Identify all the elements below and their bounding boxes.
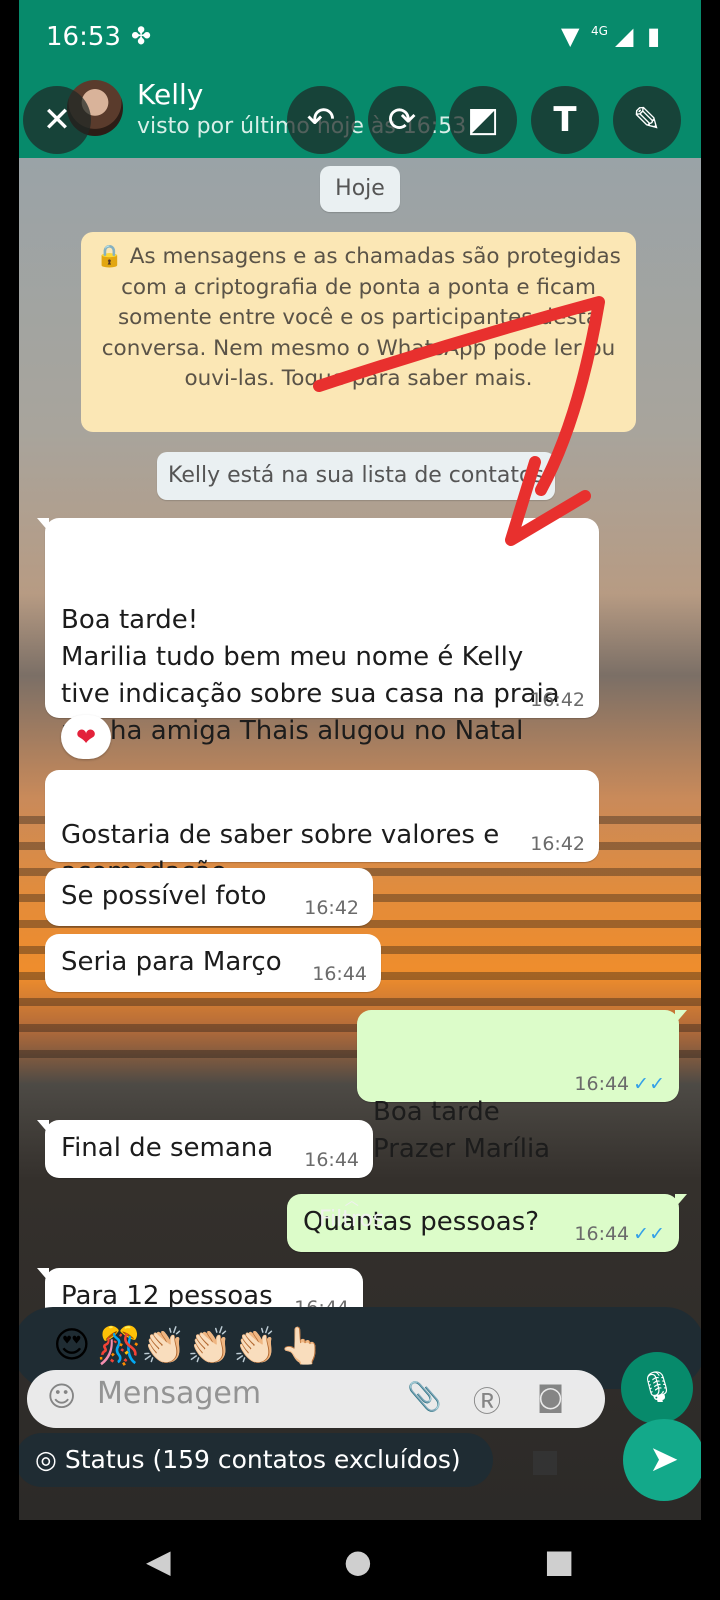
signal-icon: ◢ — [615, 22, 634, 50]
message-text: Se possível foto — [61, 881, 267, 911]
status-ring-icon: ◎ — [35, 1445, 57, 1474]
bubble-tail — [37, 518, 49, 532]
filters-label[interactable]: ︿ Filtros — [319, 1193, 385, 1232]
clap-emoji: 👏🏻 — [141, 1326, 186, 1367]
message-time: 16:44 — [574, 1073, 630, 1095]
message-bubble[interactable]: Final de semana 16:44 — [37, 1120, 373, 1178]
attach-icon[interactable]: 📎 — [407, 1380, 442, 1413]
crop-rotate-icon[interactable]: ⟳ — [368, 86, 436, 154]
double-check-icon: ✓✓ — [633, 1223, 665, 1245]
message-bubble[interactable]: Gostaria de saber sobre valores e acomod… — [45, 770, 599, 887]
message-input-bar[interactable]: ☺ Mensagem 📎 Ⓡ ◙ — [27, 1370, 605, 1428]
home-icon[interactable]: ● — [344, 1542, 372, 1580]
send-icon[interactable]: ➤ — [623, 1419, 701, 1501]
battery-icon: ▮ — [647, 22, 661, 50]
message-text: Final de semana — [61, 1133, 274, 1163]
date-pill: Hoje — [320, 166, 400, 212]
payment-icon[interactable]: Ⓡ — [473, 1380, 501, 1420]
text-icon[interactable]: T — [531, 86, 599, 154]
message-meta: 16:44 ✓✓ — [574, 1074, 665, 1094]
message-text: Boa tarde! Marilia tudo bem meu nome é K… — [61, 605, 560, 746]
chevron-up-icon: ︿ — [344, 1193, 359, 1209]
confetti-emoji: 🎊 — [97, 1326, 142, 1367]
navigation-bar: ◀ ● ■ — [0, 1520, 720, 1600]
pencil-icon[interactable]: ✎ — [613, 86, 681, 154]
pinwheel-icon: ✤ — [131, 22, 152, 50]
stop-icon — [533, 1451, 557, 1475]
camera-icon[interactable]: ◙ — [537, 1380, 564, 1413]
message-time: 16:44 — [312, 963, 367, 985]
screen: 16:53 ✤ ▼ 4G ◢ ▮ Kelly visto por último … — [19, 0, 701, 1520]
bubble-tail — [675, 1194, 687, 1208]
message-input[interactable]: Mensagem — [97, 1376, 261, 1411]
double-check-icon: ✓✓ — [633, 1073, 665, 1095]
point-up-emoji: 👆🏻 — [279, 1326, 324, 1367]
message-time: 16:42 — [530, 833, 585, 855]
undo-icon[interactable]: ↶ — [287, 86, 355, 154]
bubble-tail — [675, 1010, 687, 1024]
message-bubble[interactable]: Boa tarde! Marilia tudo bem meu nome é K… — [37, 518, 599, 746]
bubble-tail — [37, 1268, 49, 1282]
sticker-icon[interactable]: ◩ — [449, 86, 517, 154]
recents-icon[interactable]: ■ — [544, 1542, 574, 1580]
status-audience-pill[interactable]: ◎ Status (159 contatos excluídos) — [19, 1433, 493, 1487]
filters-text: Filtros — [319, 1207, 385, 1232]
message-text: Seria para Março — [61, 947, 282, 977]
message-time: 16:44 — [574, 1223, 630, 1245]
message-bubble-outgoing[interactable]: Boa tarde Prazer Marília 16:44 ✓✓ — [357, 1010, 687, 1164]
message-meta: 16:44 ✓✓ — [574, 1224, 665, 1244]
status-time: 16:53 — [46, 22, 121, 52]
encryption-notice[interactable]: 🔒 As mensagens e as chamadas são protegi… — [81, 232, 636, 432]
contact-name[interactable]: Kelly — [137, 78, 203, 111]
message-bubble[interactable]: Seria para Março 16:44 — [45, 934, 381, 992]
message-time: 16:42 — [304, 897, 359, 919]
bubble-tail — [37, 1120, 49, 1134]
heart-reaction-icon[interactable]: ❤ — [61, 715, 111, 759]
clap-emoji: 👏🏻 — [233, 1326, 278, 1367]
message-time: 16:42 — [530, 689, 585, 711]
close-icon[interactable]: ✕ — [23, 86, 91, 154]
heart-eyes-emoji: 😍 — [53, 1325, 91, 1366]
contact-notice[interactable]: Kelly está na sua lista de contatos — [157, 452, 555, 500]
status-bar: 16:53 ✤ ▼ 4G ◢ ▮ — [19, 0, 701, 78]
wifi-icon: ▼ — [561, 22, 580, 50]
message-time: 16:44 — [304, 1149, 359, 1171]
clap-emoji: 👏🏻 — [187, 1326, 232, 1367]
message-bubble[interactable]: Se possível foto 16:42 — [45, 868, 373, 926]
emoji-icon[interactable]: ☺ — [47, 1380, 76, 1413]
network-type: 4G — [591, 24, 608, 38]
mic-icon[interactable]: 🎙 — [621, 1352, 693, 1424]
back-icon[interactable]: ◀ — [146, 1542, 171, 1580]
status-label: Status (159 contatos excluídos) — [64, 1445, 461, 1474]
